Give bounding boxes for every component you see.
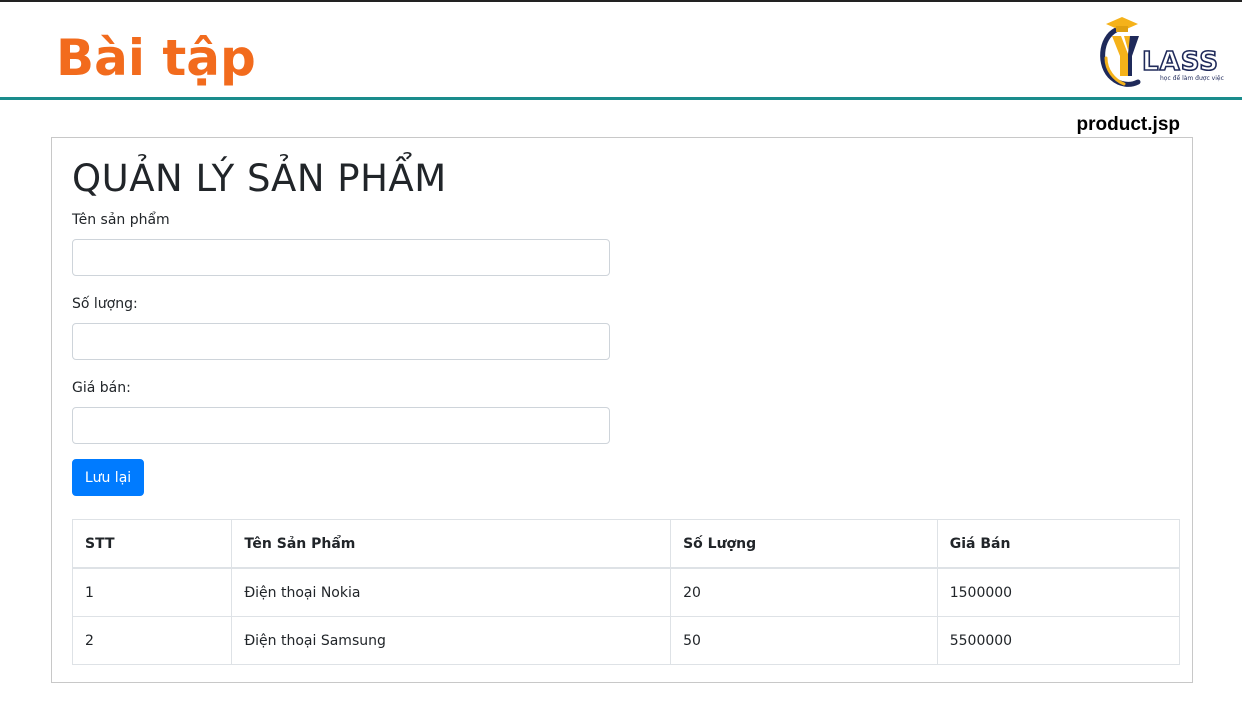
cell-stt: 1	[71, 567, 233, 617]
cell-price: 1500000	[936, 567, 1181, 617]
table-row: 2 Điện thoại Samsung 50 5500000	[71, 616, 1181, 665]
slide-title: Bài tập	[56, 29, 256, 87]
title-rule	[0, 97, 1242, 100]
table-row: 1 Điện thoại Nokia 20 1500000	[71, 567, 1181, 617]
kyclass-logo: LASS học để làm được việc	[1094, 14, 1226, 92]
cell-price: 5500000	[936, 616, 1181, 665]
header-product-name: Tên Sản Phẩm	[231, 519, 672, 569]
table-header-row: STT Tên Sản Phẩm Số Lượng Giá Bán	[71, 519, 1181, 569]
price-input[interactable]	[72, 407, 610, 444]
cell-product-name: Điện thoại Samsung	[231, 616, 672, 665]
save-button[interactable]: Lưu lại	[72, 459, 144, 496]
product-table: STT Tên Sản Phẩm Số Lượng Giá Bán 1 Điện…	[71, 519, 1181, 665]
header-quantity: Số Lượng	[670, 519, 938, 569]
quantity-input[interactable]	[72, 323, 610, 360]
logo-tagline: học để làm được việc	[1160, 75, 1224, 82]
header-stt: STT	[71, 519, 233, 569]
product-name-label: Tên sản phẩm	[72, 212, 170, 228]
cell-quantity: 20	[670, 567, 938, 617]
price-label: Giá bán:	[72, 380, 131, 396]
logo-wordmark: LASS	[1142, 47, 1219, 77]
header-price: Giá Bán	[936, 519, 1181, 569]
browser-screenshot-panel: QUẢN LÝ SẢN PHẨM Tên sản phẩm Số lượng: …	[51, 137, 1193, 683]
file-name-label: product.jsp	[1076, 114, 1180, 135]
cell-product-name: Điện thoại Nokia	[231, 567, 672, 617]
top-border	[0, 0, 1242, 2]
logo-graphic: LASS học để làm được việc	[1100, 17, 1224, 87]
cell-quantity: 50	[670, 616, 938, 665]
cell-stt: 2	[71, 616, 233, 665]
quantity-label: Số lượng:	[72, 296, 138, 312]
page-heading: QUẢN LÝ SẢN PHẨM	[72, 157, 447, 200]
product-name-input[interactable]	[72, 239, 610, 276]
